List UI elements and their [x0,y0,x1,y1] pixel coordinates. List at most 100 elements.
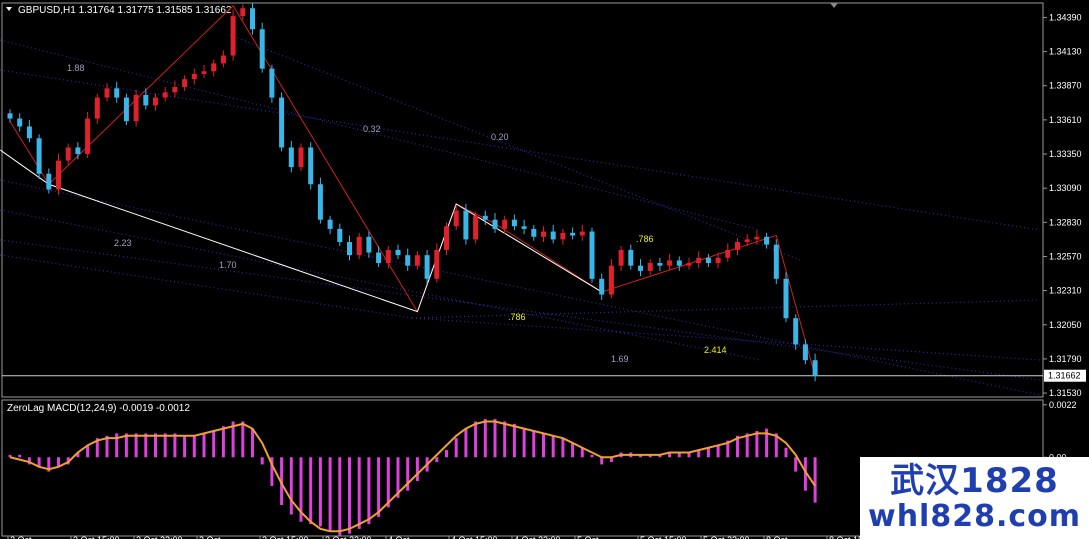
candle-body [589,231,595,279]
candle-body [94,97,100,119]
candle-body [793,318,799,345]
candle-body [104,88,110,98]
macd-histogram-bar [561,438,565,458]
candle-body [570,232,576,236]
candle-body [424,255,430,279]
menu-triangle-icon[interactable] [6,7,12,11]
macd-histogram-bar [289,457,293,515]
macd-histogram-bar [483,419,487,458]
candle-body [269,68,275,98]
fib-line [0,254,413,319]
macd-histogram-bar [415,457,419,482]
price-axis: 1.34390 1.34130 1.33870 1.33610 1.33350 1.330… [1043,12,1086,398]
chart-title: GBPUSD,H1 1.31764 1.31775 1.31585 1.3166… [18,5,232,16]
candle-body [133,94,139,122]
candle-body [220,55,226,64]
scroll-marker-icon[interactable] [830,3,838,8]
macd-histogram-bar [571,442,575,458]
candle-body [366,236,372,253]
time-tick-label: 8 Oct [766,535,788,539]
candle-body [279,97,285,148]
candle-body [696,257,702,264]
candle-body [628,249,634,266]
candle-body [735,242,740,250]
candle-body [191,73,197,80]
macd-histogram-bar [493,419,497,458]
macd-histogram-bar [794,457,798,472]
macd-histogram-bar [192,435,196,458]
time-tick-label: 4 Oct 23:00 [514,535,561,539]
candle-body [308,147,314,185]
macd-histogram-bar [338,457,342,536]
time-tick-label: 3 Oct 23:00 [325,535,372,539]
price-tick-label: 1.32830 [1049,217,1082,227]
candle-body [182,79,188,88]
fib-ratio-label: 0.32 [363,124,381,134]
price-tick-label: 1.32310 [1049,286,1082,296]
candle-body [725,249,731,258]
candle-body [531,228,537,237]
candle-body [240,8,246,17]
candle-body [541,231,546,237]
time-tick-label: 2 Oct 23:00 [136,535,183,539]
candle-body [492,219,498,229]
macd-histogram-bar [251,428,254,458]
candle-body [453,210,459,227]
candle-body [579,231,585,236]
candle-body [337,228,343,243]
indicator-title: ZeroLag MACD(12,24,9) -0.0019 -0.0012 [7,403,190,414]
fib-ratio-label: 1.88 [67,63,85,73]
candle-body [123,97,129,122]
macd-histogram-bar [348,457,351,534]
candle-body [511,219,517,227]
macd-histogram-bar [755,431,759,458]
macd-histogram-bar [435,457,439,463]
candle-body [463,210,469,240]
macd-histogram-bar [590,454,594,458]
candle-body [482,215,488,220]
macd-histogram-bar [784,447,788,458]
candle-body [802,344,808,361]
candle-body [288,147,294,168]
current-price-label: 1.31662 [1048,371,1081,381]
candle-body [414,255,420,266]
candle-body [395,249,401,256]
price-tick-label: 1.34130 [1049,47,1082,57]
macd-histogram-bar [173,433,177,458]
zigzag-line [9,4,816,377]
price-tick-label: 1.31530 [1049,388,1082,398]
candle-body [56,160,61,190]
candle-body [812,360,818,376]
candle-body [638,265,643,271]
candle-body [599,278,605,295]
candle-body [385,249,391,264]
price-tick-label: 1.34390 [1049,12,1082,22]
candle-body [356,236,362,256]
macd-signal-line [9,420,816,533]
candle-body [317,184,323,220]
candle-body [327,219,333,229]
candle-body [783,278,789,319]
candle-body [153,97,158,106]
time-tick-label: 4 Oct 15:00 [451,535,498,539]
time-tick-label: 2 Oct [10,535,32,539]
candle-body [502,219,508,229]
candle-body [162,92,168,98]
price-tick-label: 1.33350 [1049,149,1082,159]
candle-body [676,260,682,266]
candle-body [521,226,527,229]
macd-histogram-bar [464,428,468,458]
candle-body [26,126,32,139]
macd-histogram-bar [542,433,545,458]
candle-body [764,236,770,245]
fib-ratio-label: 2.414 [704,345,727,355]
price-panel-frame [1,2,1044,398]
candle-body [85,118,91,155]
macd-histogram-bar [551,435,555,458]
fib-line [411,299,1041,319]
time-tick-label: 2 Oct 15:00 [73,535,120,539]
macd-histogram-bar [318,457,322,527]
candle-body [7,113,13,119]
candle-body [347,242,352,256]
macd-histogram-bar [600,457,604,465]
